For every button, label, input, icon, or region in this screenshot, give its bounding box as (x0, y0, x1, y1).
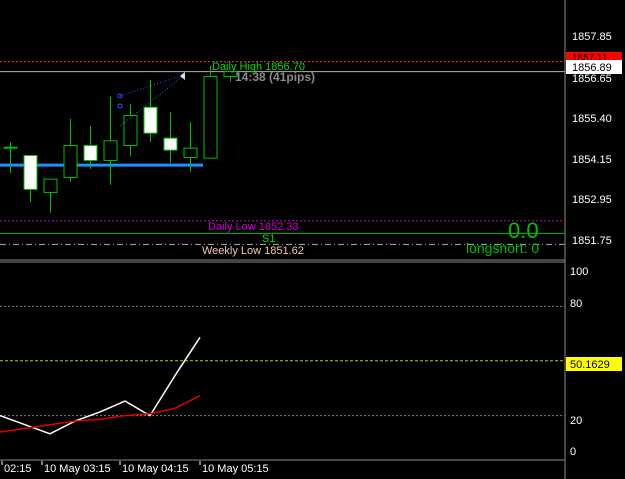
price-tick: 1857.85 (572, 31, 612, 43)
price-tick: 1855.40 (572, 113, 612, 125)
candle-body[interactable] (143, 106, 158, 134)
time-tick: 10 May 03:15 (44, 463, 111, 475)
trading-chart[interactable]: 1857.85 1855.40 1854.15 1852.95 1851.75 … (0, 0, 625, 479)
long-short-label: longshort: 0 (466, 240, 539, 256)
candle-body[interactable] (3, 146, 18, 149)
price-tick: 1851.75 (572, 235, 612, 247)
candle-body[interactable] (43, 178, 58, 193)
candle-body[interactable] (183, 147, 198, 158)
candle-body[interactable] (63, 144, 78, 178)
osc-level-label: 50.1629 (570, 359, 610, 371)
weekly-low-label: Weekly Low 1851.62 (202, 245, 304, 257)
time-tick: 10 May 04:15 (122, 463, 189, 475)
osc-tick: 100 (570, 266, 588, 278)
s1-label: S1 (262, 233, 275, 245)
time-tick: 02:15 (4, 463, 32, 475)
osc-tick: 80 (570, 298, 582, 310)
candle-body[interactable] (123, 115, 138, 146)
price-tick: 1854.15 (572, 154, 612, 166)
osc-tick: 0 (570, 446, 576, 458)
partial-price-label: 1856.65 (572, 73, 612, 85)
current-price-label: 1856.89 (572, 62, 612, 74)
time-tick: 10 May 05:15 (202, 463, 269, 475)
candle-body[interactable] (203, 76, 218, 159)
price-tick: 1852.95 (572, 194, 612, 206)
osc-tick: 20 (570, 415, 582, 427)
daily-low-label: Daily Low 1852.33 (208, 221, 299, 233)
candles-layer (3, 65, 238, 213)
candle-body[interactable] (83, 144, 98, 161)
arrow-marker-icon (180, 72, 185, 80)
timer-label: 14:38 (41pips) (235, 70, 315, 84)
candle-body[interactable] (163, 137, 178, 151)
osc-level-tag: 50.1629 (566, 357, 622, 371)
candle-body[interactable] (23, 154, 38, 190)
current-price-tag: 1856.89 (566, 60, 622, 74)
time-axis: 02:15 10 May 03:15 10 May 04:15 10 May 0… (1, 461, 269, 475)
candle-body[interactable] (103, 140, 118, 161)
